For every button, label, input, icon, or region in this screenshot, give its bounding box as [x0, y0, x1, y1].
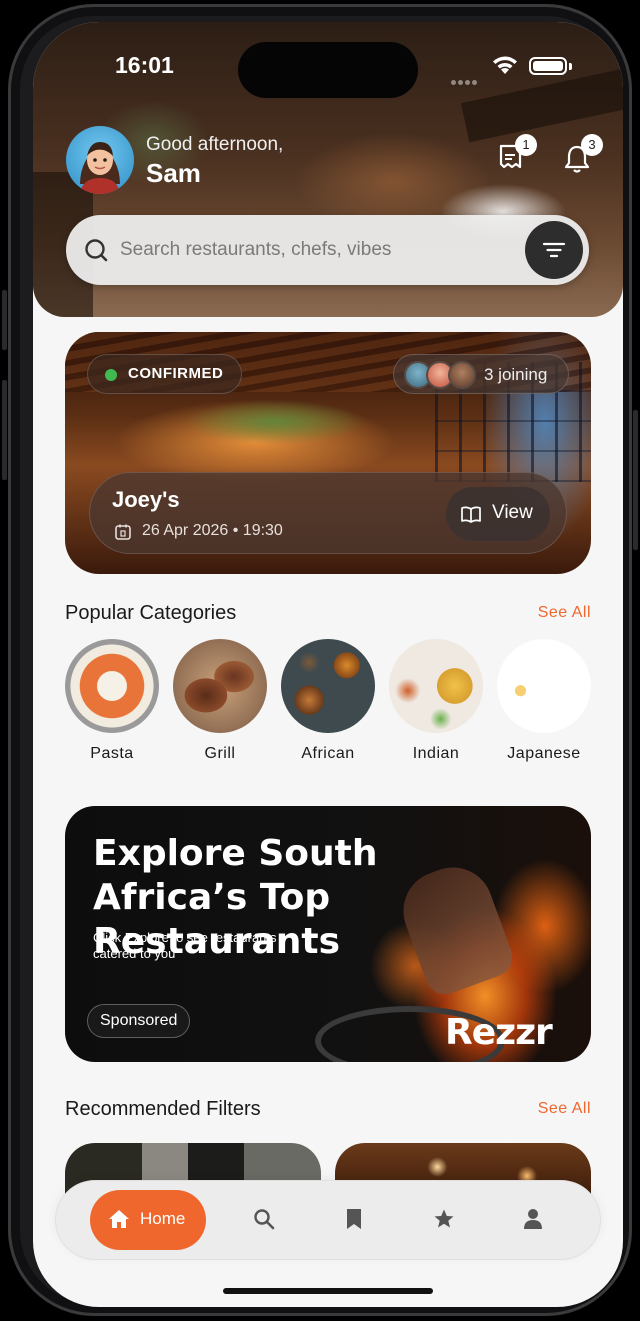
category-african[interactable]: African	[280, 639, 376, 763]
category-grill[interactable]: Grill	[172, 639, 268, 763]
view-booking-button[interactable]: View	[446, 487, 550, 541]
joining-count: 3 joining	[484, 365, 548, 384]
category-label: Indian	[412, 745, 460, 762]
sponsored-promo-banner[interactable]: Explore South Africa’s Top Restaurants C…	[65, 806, 591, 1062]
view-button-label: View	[492, 502, 533, 523]
power-button	[633, 410, 638, 550]
user-name: Sam	[146, 158, 201, 188]
category-japanese[interactable]: Japanese	[496, 639, 592, 763]
categories-see-all-link[interactable]: See All	[538, 604, 591, 622]
category-label: Grill	[204, 745, 236, 762]
indian-image	[389, 639, 483, 733]
nav-home-tab[interactable]: Home	[90, 1190, 206, 1250]
guest-avatar	[448, 361, 476, 389]
booking-info-panel: Joey's 26 Apr 2026 • 19:30 View	[89, 472, 567, 554]
nav-bookmark-icon[interactable]	[345, 1208, 363, 1230]
grill-image	[173, 639, 267, 733]
app-screen: 16:01 Good afternoon, Sam 1 3 Search res…	[33, 22, 623, 1307]
calendar-icon	[115, 524, 131, 540]
recommended-title: Recommended Filters	[65, 1098, 261, 1120]
notifications-button[interactable]: 3	[561, 134, 603, 182]
category-label: Japanese	[507, 745, 581, 762]
status-dot-icon	[105, 369, 117, 381]
messages-button[interactable]: 1	[495, 134, 537, 182]
cellular-signal-icon	[451, 70, 481, 85]
joining-guests-badge[interactable]: 3 joining	[393, 354, 569, 394]
categories-title: Popular Categories	[65, 602, 237, 624]
search-input[interactable]: Search restaurants, chefs, vibes	[120, 239, 391, 261]
category-label: African	[301, 745, 355, 762]
japanese-image	[497, 639, 591, 733]
dynamic-island	[238, 42, 418, 98]
upcoming-booking-card[interactable]: CONFIRMED 3 joining Joey's 26 Apr 2026 •…	[65, 332, 591, 574]
nav-home-label: Home	[140, 1209, 186, 1228]
notifications-badge: 3	[581, 134, 603, 156]
pasta-image	[65, 639, 159, 733]
messages-badge: 1	[515, 134, 537, 156]
battery-tip	[569, 63, 572, 70]
status-time: 16:01	[115, 52, 174, 78]
wifi-icon	[493, 56, 517, 74]
african-image	[281, 639, 375, 733]
search-bar[interactable]: Search restaurants, chefs, vibes	[66, 215, 589, 285]
filter-button[interactable]	[525, 221, 583, 279]
avatar[interactable]	[66, 126, 134, 194]
bottom-navigation: Home	[55, 1180, 601, 1260]
volume-up-button	[2, 380, 7, 480]
restaurant-name: Joey's	[112, 487, 180, 512]
category-pasta[interactable]: Pasta	[64, 639, 160, 763]
avatar-illustration	[80, 142, 120, 194]
phone-frame: 16:01 Good afternoon, Sam 1 3 Search res…	[8, 4, 632, 1316]
open-book-icon	[461, 506, 481, 523]
nav-profile-icon[interactable]	[523, 1208, 543, 1230]
nav-search-icon[interactable]	[253, 1208, 275, 1230]
promo-subtitle: Click Explore to see restaurants catered…	[93, 930, 277, 961]
greeting-text: Good afternoon,	[146, 134, 284, 155]
booking-status-text: CONFIRMED	[128, 365, 224, 382]
home-icon	[109, 1210, 129, 1228]
sponsored-badge: Sponsored	[87, 1004, 191, 1038]
recommended-see-all-link[interactable]: See All	[538, 1100, 591, 1118]
filter-icon	[542, 242, 566, 258]
category-label: Pasta	[90, 745, 134, 762]
rezzr-logo: Rezzr	[445, 1012, 553, 1053]
nav-star-icon[interactable]	[433, 1208, 455, 1230]
search-icon	[85, 239, 108, 262]
booking-status-badge: CONFIRMED	[87, 354, 243, 394]
hero-header: 16:01 Good afternoon, Sam 1 3 Search res…	[33, 22, 623, 317]
category-indian[interactable]: Indian	[388, 639, 484, 763]
booking-date-time: 26 Apr 2026 • 19:30	[142, 522, 283, 539]
home-indicator[interactable]	[223, 1288, 433, 1294]
mute-switch	[2, 290, 7, 350]
battery-icon	[529, 57, 567, 75]
